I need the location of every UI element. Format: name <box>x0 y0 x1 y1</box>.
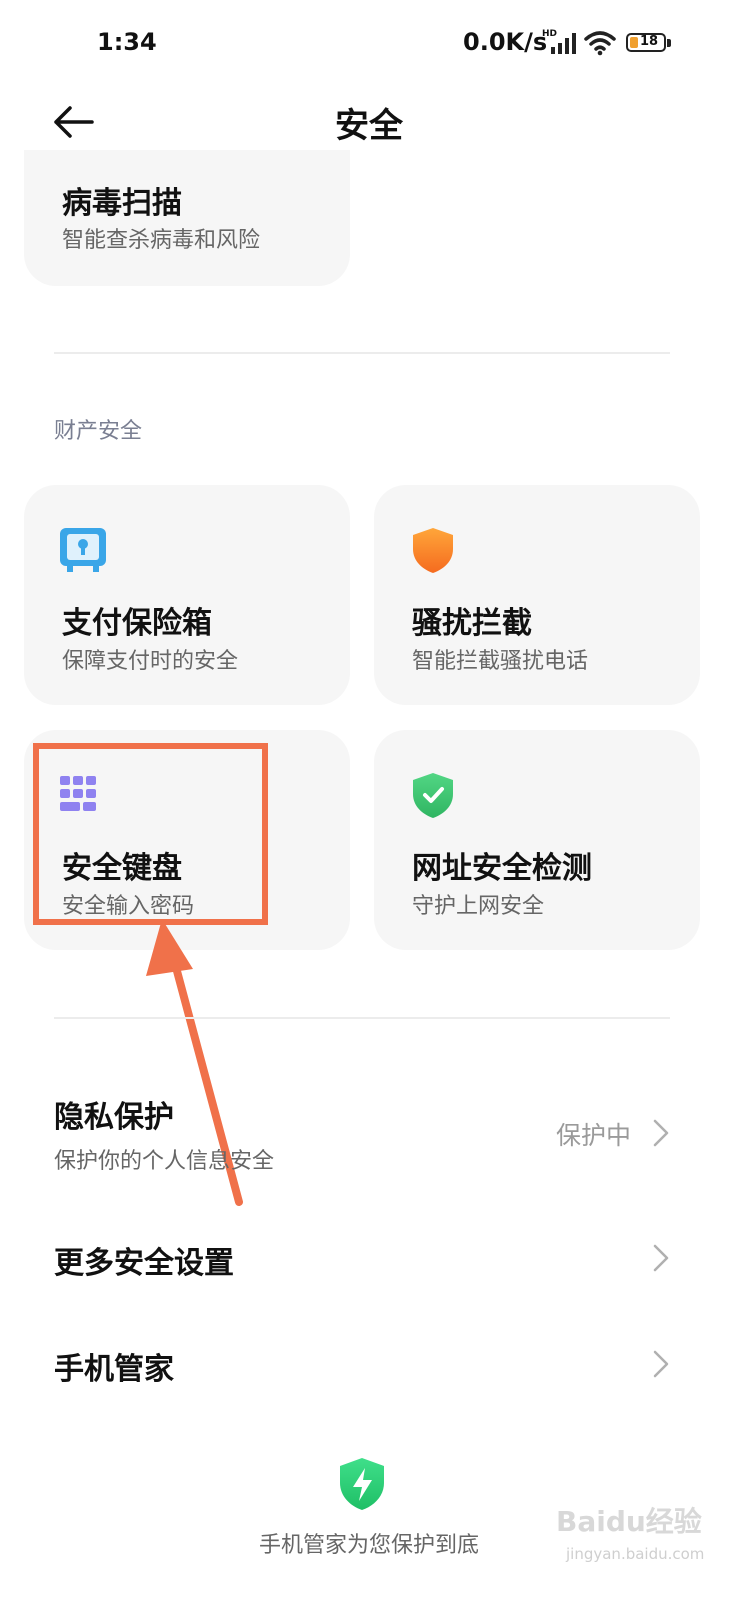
more-security-settings-row[interactable]: 更多安全设置 <box>0 1220 738 1300</box>
phone-manager-row[interactable]: 手机管家 <box>0 1325 738 1405</box>
baidu-watermark: Baidu经验 <box>556 1505 702 1538</box>
virus-scan-title: 病毒扫描 <box>62 186 182 221</box>
chevron-right-icon <box>653 1350 669 1378</box>
watermark-url: jingyan.baidu.com <box>566 1545 705 1563</box>
wifi-icon <box>584 31 616 56</box>
battery-tip <box>667 39 671 47</box>
battery-icon: 18 <box>626 33 666 52</box>
card-subtitle: 守护上网安全 <box>412 894 545 919</box>
chevron-right-icon <box>653 1119 669 1147</box>
virus-scan-card[interactable]: 病毒扫描 智能查杀病毒和风险 <box>24 150 350 286</box>
battery-level: 18 <box>640 34 659 49</box>
section-label-property: 财产安全 <box>54 419 143 444</box>
privacy-status: 保护中 <box>556 1121 632 1150</box>
signal-icon <box>551 33 576 54</box>
harassment-block-card[interactable]: 骚扰拦截 智能拦截骚扰电话 <box>374 485 700 705</box>
card-title: 网址安全检测 <box>412 851 592 886</box>
chevron-right-icon <box>653 1244 669 1272</box>
divider <box>54 352 670 354</box>
divider <box>54 1017 670 1019</box>
status-bar: 1:34 0.0K/s HD 18 <box>0 0 738 86</box>
check-shield-icon <box>413 773 453 818</box>
privacy-protection-row[interactable]: 隐私保护 保护你的个人信息安全 保护中 <box>0 1080 738 1190</box>
row-title: 手机管家 <box>54 1352 174 1387</box>
card-subtitle: 保障支付时的安全 <box>62 649 239 674</box>
card-title: 支付保险箱 <box>62 606 212 641</box>
row-title: 更多安全设置 <box>54 1246 234 1281</box>
virus-scan-subtitle: 智能查杀病毒和风险 <box>62 228 261 253</box>
safe-box-icon <box>60 528 106 572</box>
card-title: 骚扰拦截 <box>412 606 532 641</box>
page-title: 安全 <box>335 106 403 146</box>
url-check-card[interactable]: 网址安全检测 守护上网安全 <box>374 730 700 950</box>
network-speed: 0.0K/s <box>463 28 548 56</box>
status-time: 1:34 <box>97 28 157 56</box>
card-subtitle: 智能拦截骚扰电话 <box>412 649 589 674</box>
row-title: 隐私保护 <box>54 1100 174 1135</box>
payment-safe-card[interactable]: 支付保险箱 保障支付时的安全 <box>24 485 350 705</box>
lightning-shield-icon <box>340 1458 384 1510</box>
highlight-box <box>33 743 268 925</box>
shield-icon <box>413 528 453 573</box>
row-subtitle: 保护你的个人信息安全 <box>54 1149 275 1174</box>
